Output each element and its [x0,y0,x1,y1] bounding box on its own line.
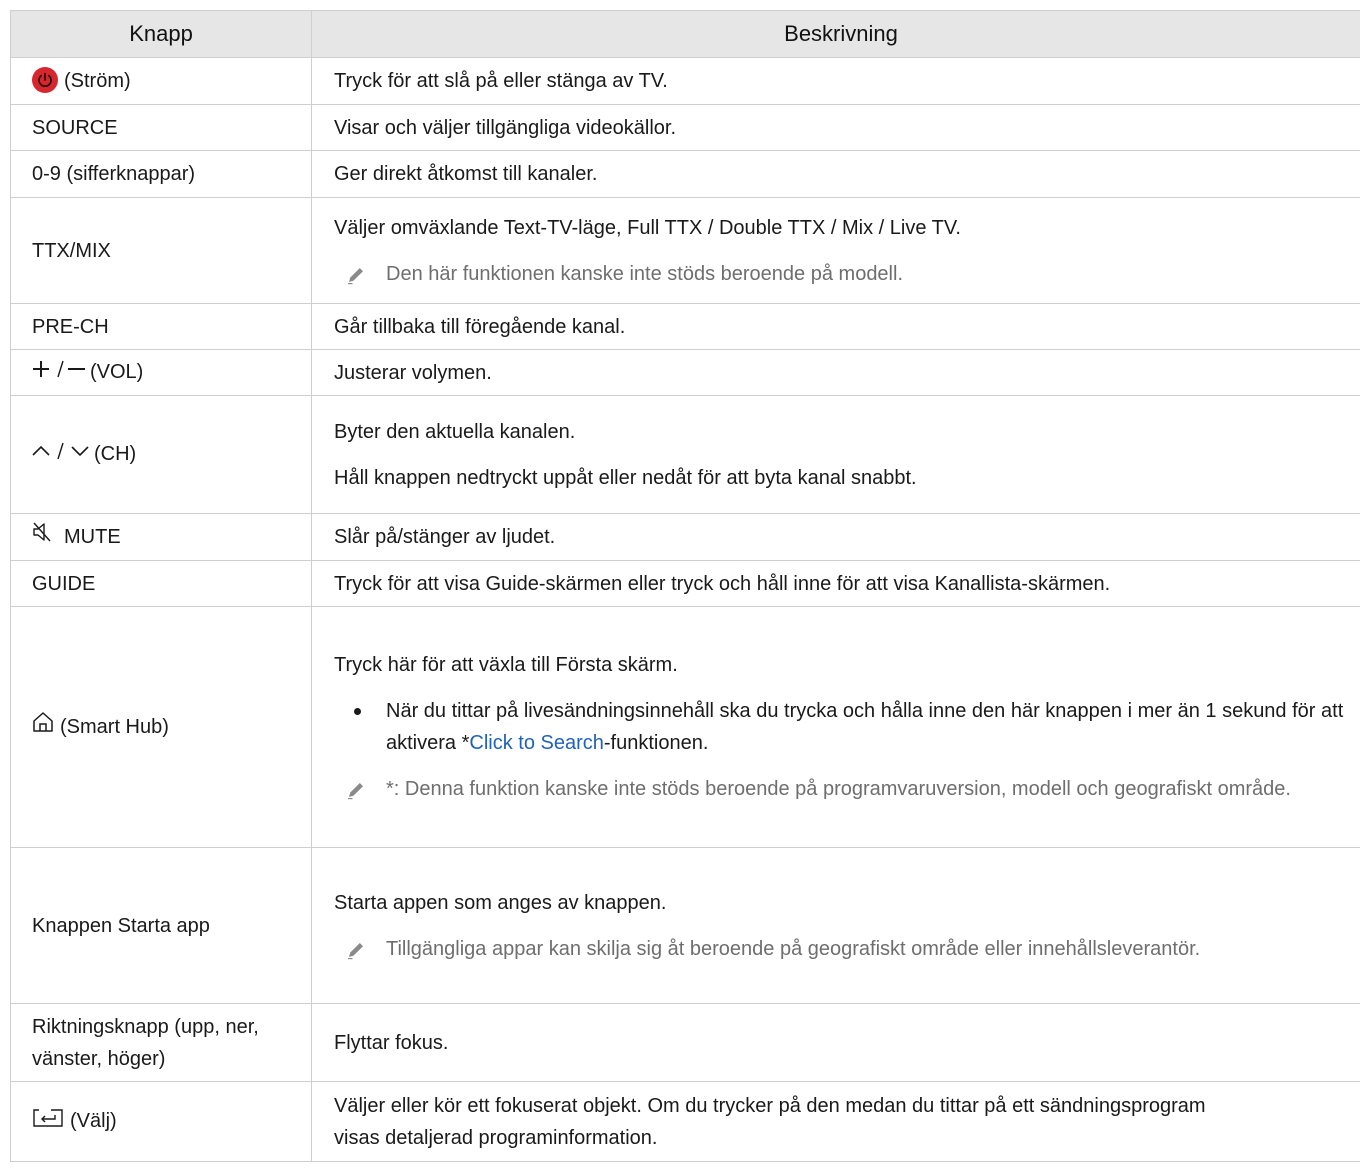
button-label: (CH) [94,443,137,466]
button-label: TTX/MIX [10,197,312,304]
pencil-note-icon [348,942,363,959]
pencil-note-icon [348,267,363,284]
description-cell: Flyttar fokus. [311,1003,1360,1082]
button-label: PRE-CH [10,303,312,350]
button-cell-power: (Ström) [10,57,312,105]
mute-icon [32,521,52,553]
click-to-search-link[interactable]: Click to Search [469,732,604,754]
bullet-dot [354,708,361,715]
button-label: GUIDE [10,560,312,607]
button-label: (Välj) [70,1110,117,1133]
select-enter-icon [32,1106,64,1138]
note-text: Den här funktionen kanske inte stöds ber… [386,262,904,285]
table-row: (Smart Hub) Tryck här för att växla till… [10,606,1360,848]
button-cell-select: (Välj) [10,1081,312,1162]
chevron-up-down-icon [32,439,90,471]
note: Tillgängliga appar kan skilja sig åt ber… [334,933,1360,965]
button-label: Knappen Starta app [10,847,312,1004]
table-row: SOURCE Visar och väljer tillgängliga vid… [10,104,1360,151]
button-label: MUTE [64,525,121,548]
description-text: Väljer omväxlande Text-TV-läge, Full TTX… [334,216,961,239]
description-cell: Justerar volymen. [311,349,1360,396]
table-row: TTX/MIX Väljer omväxlande Text-TV-läge, … [10,197,1360,304]
description-cell: Väljer eller kör ett fokuserat objekt. O… [311,1081,1360,1162]
description-cell: Visar och väljer tillgängliga videokällo… [311,104,1360,151]
table-row: GUIDE Tryck för att visa Guide-skärmen e… [10,560,1360,607]
description-cell: Tryck för att slå på eller stänga av TV. [311,57,1360,105]
table-row: Knappen Starta app Starta appen som ange… [10,847,1360,1004]
description-cell: Byter den aktuella kanalen. Håll knappen… [311,395,1360,514]
button-label: (Smart Hub) [60,715,169,738]
description-cell: Går tillbaka till föregående kanal. [311,303,1360,350]
bullet-text-after: -funktionen. [603,732,709,754]
button-label: (VOL) [90,361,144,384]
header-beskrivning: Beskrivning [311,10,1360,58]
button-cell-mute: MUTE [10,513,312,561]
description-cell: Starta appen som anges av knappen. Tillg… [311,847,1360,1004]
table-row: MUTE Slår på/stänger av ljudet. [10,513,1360,561]
home-icon [32,711,54,743]
button-label: (Ström) [64,70,131,92]
description-cell: Tryck för att visa Guide-skärmen eller t… [311,560,1360,607]
table-row: Riktningsknapp (upp, ner, vänster, höger… [10,1003,1360,1082]
table-row: 0-9 (sifferknappar) Ger direkt åtkomst t… [10,150,1360,198]
button-label: Riktningsknapp (upp, ner, vänster, höger… [10,1003,312,1082]
header-knapp: Knapp [10,10,312,58]
table-row: (VOL) Justerar volymen. [10,349,1360,396]
description-cell: Väljer omväxlande Text-TV-läge, Full TTX… [311,197,1360,304]
table-row: PRE-CH Går tillbaka till föregående kana… [10,303,1360,350]
note: *: Denna funktion kanske inte stöds bero… [334,773,1360,805]
note-text: Tillgängliga appar kan skilja sig åt ber… [386,937,1201,960]
description-cell: Ger direkt åtkomst till kanaler. [311,150,1360,198]
button-cell-vol: (VOL) [10,349,312,396]
note-text: *: Denna funktion kanske inte stöds bero… [386,778,1291,800]
button-label: 0-9 (sifferknappar) [10,150,312,198]
table-header-row: Knapp Beskrivning [10,10,1360,58]
pencil-note-icon [348,783,363,800]
table-row: (CH) Byter den aktuella kanalen. Håll kn… [10,395,1360,514]
power-icon [32,66,58,93]
description-text: Byter den aktuella kanalen. [334,420,576,443]
description-text: Håll knappen nedtryckt uppåt eller nedåt… [334,466,917,489]
table-row: (Ström) Tryck för att slå på eller stäng… [10,57,1360,105]
bullet-item: När du tittar på livesändningsinnehåll s… [334,695,1360,759]
button-cell-ch: (CH) [10,395,312,514]
description-text: Tryck här för att växla till Första skär… [334,654,678,676]
plus-minus-icon [32,357,86,389]
button-cell-smarthub: (Smart Hub) [10,606,312,848]
table-row: (Välj) Väljer eller kör ett fokuserat ob… [10,1081,1360,1162]
note: Den här funktionen kanske inte stöds ber… [334,258,1360,290]
button-label: SOURCE [10,104,312,151]
description-text: Starta appen som anges av knappen. [334,891,667,914]
description-cell: Slår på/stänger av ljudet. [311,513,1360,561]
remote-buttons-table: Knapp Beskrivning (Ström) Tryck för att … [10,10,1360,1162]
description-cell: Tryck här för att växla till Första skär… [311,606,1360,848]
